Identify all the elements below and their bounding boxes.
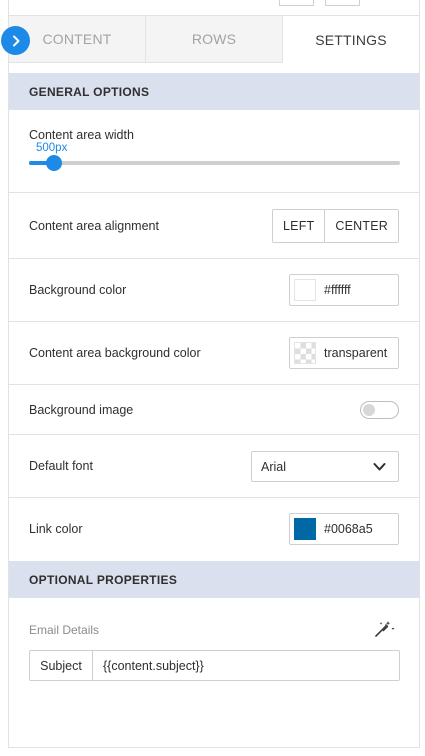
optional-properties-header: OPTIONAL PROPERTIES [9,561,419,598]
alignment-row: Content area alignment LEFT CENTER [9,193,419,259]
content-width-slider[interactable] [29,155,400,171]
background-color-label: Background color [29,283,127,297]
alignment-toggle: LEFT CENTER [272,209,399,243]
transparent-swatch [294,342,316,364]
chevron-right-icon [12,35,19,46]
alignment-label: Content area alignment [29,219,159,233]
content-bg-color-row: Content area background color transparen… [9,322,419,385]
background-image-label: Background image [29,403,134,417]
content-width-label: Content area width [29,128,134,142]
align-center-button[interactable]: CENTER [324,210,398,242]
color-swatch [294,518,316,540]
align-left-button[interactable]: LEFT [273,210,325,242]
default-font-label: Default font [29,459,93,473]
link-color-row: Link color #0068a5 [9,498,419,561]
subject-field: Subject [29,650,400,681]
content-bg-color-picker[interactable]: transparent [289,337,399,369]
default-font-value: Arial [261,459,287,474]
background-color-picker[interactable]: #ffffff [289,274,399,306]
collapse-panel-button[interactable] [1,26,30,55]
tab-rows[interactable]: ROWS [146,16,283,63]
link-color-value: #0068a5 [324,522,373,536]
background-color-row: Background color #ffffff [9,259,419,322]
settings-panel: CONTENT ROWS SETTINGS GENERAL OPTIONS Co… [1,0,420,748]
default-font-select[interactable]: Arial [251,451,399,482]
content-width-value: 500px [36,142,68,154]
background-color-value: #ffffff [324,283,351,297]
subject-input[interactable] [93,651,399,680]
content-bg-color-value: transparent [324,346,388,360]
background-image-row: Background image [9,385,419,435]
chevron-down-icon [373,463,386,471]
color-swatch [294,279,316,301]
general-options-header: GENERAL OPTIONS [9,73,419,110]
top-control-2[interactable] [325,0,360,6]
email-details-label: Email Details [29,623,100,637]
background-image-toggle[interactable] [360,401,399,419]
toggle-knob [363,404,375,416]
subject-label: Subject [30,651,93,680]
content-width-row: Content area width 500px [9,110,419,193]
top-control-1[interactable] [279,0,314,6]
default-font-row: Default font Arial [9,435,419,498]
link-color-picker[interactable]: #0068a5 [289,513,399,545]
slider-thumb[interactable] [45,155,62,171]
tab-settings[interactable]: SETTINGS [283,16,419,63]
top-strip [9,0,419,16]
magic-wand-icon[interactable] [373,620,397,638]
link-color-label: Link color [29,522,83,536]
content-bg-color-label: Content area background color [29,346,201,360]
tab-bar: CONTENT ROWS SETTINGS [9,16,419,63]
